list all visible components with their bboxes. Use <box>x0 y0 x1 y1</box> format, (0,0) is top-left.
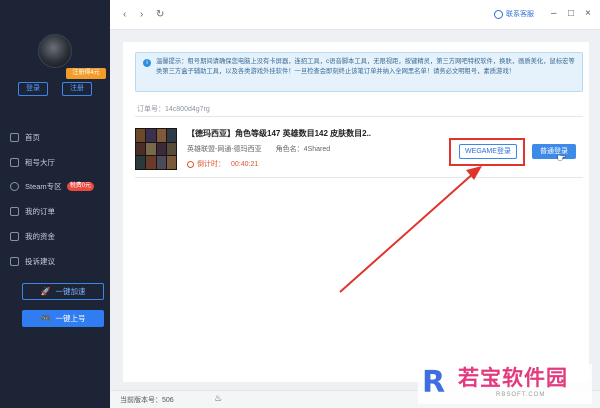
watermark-text: 若宝软件园 <box>458 367 568 390</box>
clock-icon <box>187 160 194 168</box>
top-bar: ‹ › ↻ 联系客服 – □ × <box>110 0 600 30</box>
notice-box: i 温馨提示：租号期间请确保您电脑上没有卡屏器，连招工具，c语音脚本工具，无限视… <box>135 52 583 92</box>
countdown: 倒计时： 00:40:21 <box>187 159 258 169</box>
wallet-icon <box>10 231 19 241</box>
support-label: 联系客服 <box>506 11 534 18</box>
divider <box>135 116 583 117</box>
bell-icon[interactable]: ♨ <box>214 393 222 404</box>
rocket-icon: 🚀 <box>40 287 51 296</box>
maximize-icon[interactable]: □ <box>568 8 574 20</box>
account-thumbnail <box>135 128 177 170</box>
quick-login-label: 一键上号 <box>55 314 86 323</box>
login-button[interactable]: 登录 <box>18 82 48 96</box>
accelerate-button[interactable]: 🚀 一键加速 <box>22 283 104 300</box>
refresh-icon[interactable]: ↻ <box>156 9 164 21</box>
accelerate-label: 一键加速 <box>55 287 86 296</box>
minimize-icon[interactable]: – <box>551 8 557 20</box>
nav-item-steam[interactable]: Steam专区 税费0元 <box>10 179 106 193</box>
version-text: 当前版本号：506 <box>120 397 174 404</box>
home-icon <box>10 132 19 142</box>
wegame-login-button[interactable]: WEGAME登录 <box>459 144 517 159</box>
back-icon[interactable]: ‹ <box>123 9 126 21</box>
sidebar: 注册得4元 登录 注册 首页 租号大厅 Steam专区 税费0元 我的订单 我的… <box>0 0 110 408</box>
tax-free-badge: 税费0元 <box>66 181 95 191</box>
hall-icon <box>10 157 19 167</box>
watermark-url: RBSOFT.COM <box>496 392 546 398</box>
nav-item-hall[interactable]: 租号大厅 <box>10 155 106 169</box>
order-title: 【德玛西亚】角色等级147 英雄数目142 皮肤数目2.. <box>187 129 372 138</box>
role-name: 角色名：4Shared <box>275 146 331 153</box>
gamepad-icon: 🎮 <box>40 314 51 323</box>
divider <box>135 177 583 178</box>
order-icon <box>10 206 19 216</box>
normal-login-button[interactable]: 普通登录 <box>532 144 576 159</box>
avatar[interactable] <box>38 34 72 68</box>
nav-label: Steam专区 <box>25 181 62 191</box>
platform-text: 英雄联盟-网通-德玛西亚 <box>187 146 262 153</box>
close-icon[interactable]: × <box>585 8 591 20</box>
register-button[interactable]: 注册 <box>62 82 92 96</box>
nav-item-home[interactable]: 首页 <box>10 130 106 144</box>
nav-label: 投诉建议 <box>25 256 55 266</box>
feedback-icon <box>10 256 19 266</box>
nav-label: 首页 <box>25 132 40 142</box>
quick-login-button[interactable]: 🎮 一键上号 <box>22 310 104 327</box>
watermark: R 若宝软件园 RBSOFT.COM <box>418 364 592 404</box>
steam-icon <box>10 181 19 191</box>
register-bonus-badge: 注册得4元 <box>66 68 106 79</box>
nav-item-wallet[interactable]: 我的资金 <box>10 229 106 243</box>
cursor-icon: ☛ <box>557 153 566 164</box>
nav-label: 我的订单 <box>25 206 55 216</box>
notice-text: 温馨提示：租号期间请确保您电脑上没有卡屏器，连招工具，c语音脚本工具，无限视距，… <box>156 58 575 75</box>
info-icon: i <box>143 59 151 67</box>
nav-label: 我的资金 <box>25 231 55 241</box>
countdown-label: 倒计时： <box>197 161 225 168</box>
watermark-logo: R <box>422 365 446 400</box>
nav-label: 租号大厅 <box>25 157 55 167</box>
headset-icon <box>494 9 503 19</box>
countdown-time: 00:40:21 <box>231 160 259 168</box>
forward-icon[interactable]: › <box>140 9 143 21</box>
order-number: 订单号：14c800d4g7rg <box>137 106 210 113</box>
order-panel: i 温馨提示：租号期间请确保您电脑上没有卡屏器，连招工具，c语音脚本工具，无限视… <box>123 42 589 382</box>
order-meta: 英雄联盟-网通-德玛西亚 角色名：4Shared <box>187 144 330 154</box>
nav-item-orders[interactable]: 我的订单 <box>10 204 106 218</box>
nav-item-feedback[interactable]: 投诉建议 <box>10 254 106 268</box>
contact-support-button[interactable]: 联系客服 <box>494 9 534 19</box>
